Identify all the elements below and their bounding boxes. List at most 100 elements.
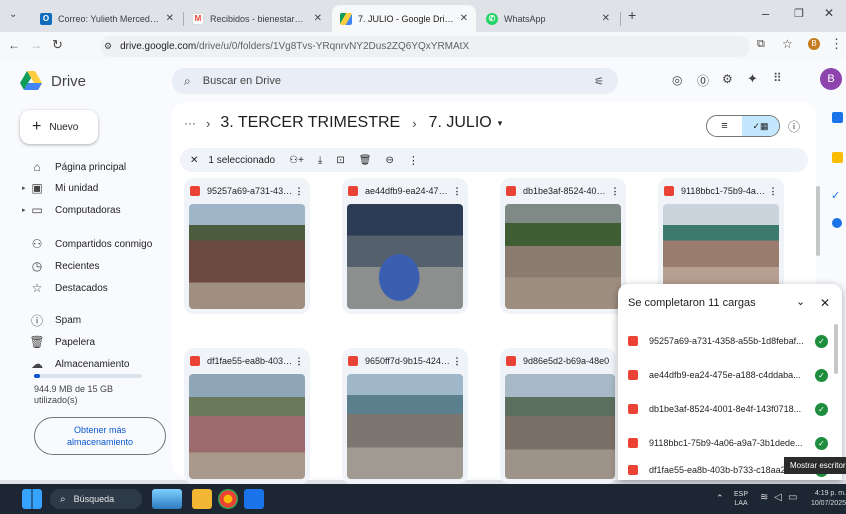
sidebar-item-trash[interactable]: 🗑 Papelera <box>28 331 168 353</box>
sidebar-item-recent[interactable]: ◷ Recientes <box>28 255 168 277</box>
more-actions-icon[interactable]: ⋮ <box>408 154 419 167</box>
get-storage-button[interactable]: Obtener más almacenamiento <box>34 417 166 455</box>
upload-item[interactable]: db1be3af-8524-4001-8e4f-143f0718... ✓ <box>618 392 842 426</box>
expand-computers-icon[interactable]: ▸ <box>22 206 26 214</box>
gemini-sparkle-icon[interactable]: ✦ <box>747 71 758 87</box>
search-icon: ⌕ <box>60 493 66 505</box>
sidebar-item-shared[interactable]: ⚇ Compartidos conmigo <box>28 233 168 255</box>
store-icon[interactable] <box>244 489 264 509</box>
browser-menu-icon[interactable]: ⋮ <box>830 36 843 52</box>
download-icon[interactable]: ⤓ <box>318 155 322 166</box>
list-view-icon[interactable]: ≡ <box>707 120 742 132</box>
tab-drive[interactable]: 7. JULIO - Google Drive ✕ <box>332 5 476 32</box>
file-menu-icon[interactable]: ⋮ <box>768 186 778 197</box>
delete-icon[interactable]: 🗑 <box>359 155 372 166</box>
windows-start-icon[interactable] <box>22 489 42 509</box>
taskbar-search[interactable]: ⌕ Búsqueda <box>50 489 142 509</box>
tab-outlook[interactable]: O Correo: Yulieth Mercedes Marc ✕ <box>32 5 182 32</box>
keep-icon[interactable] <box>832 152 843 163</box>
file-card[interactable]: 9d86e5d2-b69a-48e0 <box>500 348 616 484</box>
search-options-icon[interactable]: ⚟ <box>594 75 604 88</box>
chrome-icon[interactable] <box>218 489 238 509</box>
file-card[interactable]: df1fae55-ea8b-403b-... ⋮ <box>184 348 310 484</box>
close-tab-icon[interactable]: ✕ <box>166 13 174 24</box>
close-window-icon[interactable]: ✕ <box>824 6 834 20</box>
file-menu-icon[interactable]: ⋮ <box>610 186 620 197</box>
profile-avatar[interactable]: B <box>808 38 820 50</box>
settings-gear-icon[interactable]: ⚙ <box>722 72 733 86</box>
battery-icon[interactable]: ▭ <box>788 492 797 503</box>
collapse-chevron-icon[interactable]: ⌄ <box>796 295 805 308</box>
volume-icon[interactable]: ◁ <box>774 492 782 503</box>
move-icon[interactable]: ⊡ <box>336 155 344 166</box>
site-info-icon[interactable]: ⚙ <box>104 41 112 52</box>
reload-icon[interactable]: ↻ <box>52 37 63 53</box>
contacts-icon[interactable] <box>832 218 842 228</box>
upload-item[interactable]: 95257a69-a731-4358-a55b-1d8febaf... ✓ <box>618 324 842 358</box>
drive-logo[interactable]: Drive <box>20 71 86 91</box>
back-icon[interactable]: ← <box>8 38 20 52</box>
breadcrumb-current[interactable]: 7. JULIO <box>429 114 492 132</box>
file-card[interactable]: db1be3af-8524-4001-... ⋮ <box>500 178 626 314</box>
address-bar[interactable]: ⚙ drive.google.com/drive/u/0/folders/1Vg… <box>100 36 750 57</box>
chevron-down-icon[interactable]: ▾ <box>498 118 503 129</box>
tasks-icon[interactable]: ✓ <box>831 189 840 202</box>
file-card[interactable]: ae44dfb9-ea24-475e... ⋮ <box>342 178 468 314</box>
offline-status-icon[interactable]: ◎ <box>672 73 682 87</box>
sidebar-item-computers[interactable]: ▭ Computadoras <box>28 199 168 221</box>
sidebar-item-my-drive[interactable]: ▣ Mi unidad <box>28 177 168 199</box>
grid-view-icon[interactable]: ✓▦ <box>742 116 779 136</box>
tab-whatsapp[interactable]: ✆ WhatsApp ✕ <box>478 5 618 32</box>
wifi-icon[interactable]: ≋ <box>760 492 768 503</box>
widgets-icon[interactable] <box>152 489 182 509</box>
install-app-icon[interactable]: ⧉ <box>757 38 765 51</box>
file-card[interactable]: 95257a69-a731-4358-... ⋮ <box>184 178 310 314</box>
sidebar-item-home[interactable]: ⌂ Página principal <box>28 156 168 178</box>
copy-link-icon[interactable]: ⊖ <box>385 155 393 166</box>
upload-item[interactable]: ae44dfb9-ea24-475e-a188-c4ddaba... ✓ <box>618 358 842 392</box>
view-toggle[interactable]: ≡ ✓▦ <box>706 115 780 137</box>
search-input[interactable]: Buscar en Drive <box>203 75 281 87</box>
image-file-icon <box>348 186 358 196</box>
expand-my-drive-icon[interactable]: ▸ <box>22 184 26 192</box>
new-button[interactable]: + Nuevo <box>20 110 98 144</box>
language-indicator[interactable]: ESP LAA <box>734 490 748 508</box>
new-tab-button[interactable]: + <box>628 7 636 23</box>
tray-chevron-icon[interactable]: ⌃ <box>716 493 724 504</box>
details-info-icon[interactable]: ⓘ <box>788 118 800 135</box>
upload-scrollbar[interactable] <box>834 324 838 374</box>
close-tab-icon[interactable]: ✕ <box>314 13 322 24</box>
forward-icon[interactable]: → <box>30 38 42 52</box>
file-menu-icon[interactable]: ⋮ <box>294 186 304 197</box>
close-panel-icon[interactable]: ✕ <box>820 296 830 310</box>
apps-grid-icon[interactable]: ⠿ <box>773 71 782 85</box>
close-tab-icon[interactable]: ✕ <box>460 13 468 24</box>
close-tab-icon[interactable]: ✕ <box>602 13 610 24</box>
account-avatar[interactable]: B <box>820 68 842 90</box>
scrollbar-thumb[interactable] <box>816 186 820 256</box>
tab-gmail[interactable]: M Recibidos - bienestaralaprendiz ✕ <box>184 5 330 32</box>
check-circle-icon: ✓ <box>815 436 828 450</box>
calendar-icon[interactable] <box>832 112 843 123</box>
minimize-icon[interactable]: – <box>762 6 769 21</box>
help-icon[interactable]: ⓪ <box>697 72 709 89</box>
file-menu-icon[interactable]: ⋮ <box>452 356 462 367</box>
share-icon[interactable]: ⚇+ <box>289 155 304 166</box>
sidebar-item-storage[interactable]: ☁ Almacenamiento <box>28 353 168 375</box>
clear-selection-icon[interactable]: ✕ <box>190 155 198 166</box>
upload-item[interactable]: 9118bbc1-75b9-4a06-a9a7-3b1dede... ✓ <box>618 426 842 460</box>
file-card[interactable]: 9650ff7d-9b15-4245-... ⋮ <box>342 348 468 484</box>
sidebar-item-spam[interactable]: ⓘ Spam <box>28 309 168 331</box>
breadcrumb-more[interactable]: ··· <box>184 116 196 130</box>
maximize-icon[interactable]: ❐ <box>794 7 804 20</box>
sidebar-item-starred[interactable]: ☆ Destacados <box>28 277 168 299</box>
breadcrumb-parent[interactable]: 3. TERCER TRIMESTRE <box>220 114 400 132</box>
bookmark-star-icon[interactable]: ☆ <box>782 37 793 51</box>
file-explorer-icon[interactable] <box>192 489 212 509</box>
drive-search-box[interactable]: ⌕ Buscar en Drive ⚟ <box>172 68 618 94</box>
tab-search-chevron-icon[interactable]: ⌄ <box>9 9 17 20</box>
my-drive-icon: ▣ <box>31 181 43 195</box>
clock[interactable]: 4:19 p. m. 10/07/2025 <box>806 489 846 509</box>
file-menu-icon[interactable]: ⋮ <box>294 356 304 367</box>
file-menu-icon[interactable]: ⋮ <box>452 186 462 197</box>
